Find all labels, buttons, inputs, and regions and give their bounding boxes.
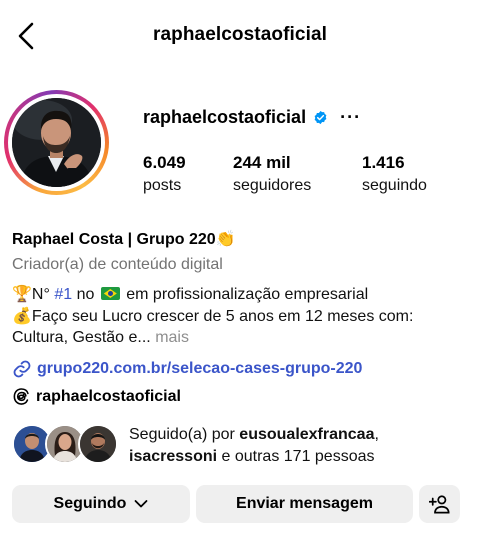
stat-posts: 6.049 posts [143, 153, 186, 196]
bio-line-3: Cultura, Gestão e... mais [12, 329, 189, 347]
bio-line-1-suffix: em profissionalização empresarial [121, 286, 369, 303]
avatar-photo [12, 98, 101, 187]
chevron-down-icon [135, 500, 148, 508]
suggested-users-button[interactable] [419, 485, 460, 523]
posts-count: 6.049 [143, 153, 186, 172]
bio-line-1-prefix: 🏆N° [12, 286, 55, 303]
profile-username: raphaelcostaoficial [143, 106, 307, 127]
profile-category: Criador(a) de conteúdo digital [12, 256, 223, 273]
stat-following[interactable]: 1.416 seguindo [362, 153, 427, 196]
bio-line-3-text: Cultura, Gestão e... [12, 329, 156, 346]
profile-link[interactable]: grupo220.com.br/selecao-cases-grupo-220 [12, 359, 362, 379]
bio-line-2: 💰Faço seu Lucro crescer de 5 anos em 12 … [12, 308, 414, 325]
following-button[interactable]: Seguindo [12, 485, 190, 523]
more-horizontal-icon: ··· [340, 107, 362, 127]
profile-avatar[interactable] [4, 90, 109, 195]
posts-label: posts [143, 177, 182, 194]
avatar-portrait [12, 98, 101, 187]
followed-by-suffix: e outras 171 pessoas [217, 448, 375, 465]
mutual-user-1: eusoualexfrancaa [239, 426, 375, 443]
following-label: seguindo [362, 177, 427, 194]
bio-line-1-mid: no [72, 286, 99, 303]
display-name: Raphael Costa | Grupo 220👏 [12, 231, 236, 248]
threads-icon [13, 388, 29, 405]
top-bar: raphaelcostaoficial [0, 0, 480, 74]
send-message-label: Enviar mensagem [236, 495, 373, 512]
followers-count: 244 mil [233, 153, 291, 172]
profile-link-text: grupo220.com.br/selecao-cases-grupo-220 [37, 360, 363, 377]
page-title: raphaelcostaoficial [152, 24, 328, 45]
mutual-user-2: isacressoni [129, 448, 218, 465]
followed-by-prefix: Seguido(a) por [129, 426, 240, 443]
mutual-avatar-3 [78, 424, 118, 464]
threads-handle: raphaelcostaoficial [36, 387, 181, 405]
link-icon [13, 360, 31, 378]
bio-hashtag[interactable]: #1 [54, 286, 72, 303]
following-button-label: Seguindo [53, 495, 127, 512]
add-person-icon [428, 495, 450, 514]
more-options-button[interactable]: ··· [340, 108, 361, 126]
stat-followers[interactable]: 244 mil seguidores [233, 153, 311, 196]
verified-badge-icon [314, 110, 327, 124]
bio-line-1: 🏆N° #1 no em profissionalização empresar… [12, 284, 368, 304]
send-message-button[interactable]: Enviar mensagem [196, 485, 413, 523]
mutual-followers-avatars[interactable] [12, 424, 122, 466]
threads-badge[interactable]: raphaelcostaoficial [12, 387, 181, 406]
followed-by-separator: , [374, 426, 379, 443]
followed-by-text[interactable]: Seguido(a) por eusoualexfrancaa, isacress… [129, 424, 469, 468]
following-count: 1.416 [362, 153, 405, 172]
followers-label: seguidores [233, 177, 312, 194]
brazil-flag-icon [100, 287, 120, 300]
bio-more-link[interactable]: mais [155, 329, 189, 346]
username-row: raphaelcostaoficial ··· [143, 106, 361, 128]
